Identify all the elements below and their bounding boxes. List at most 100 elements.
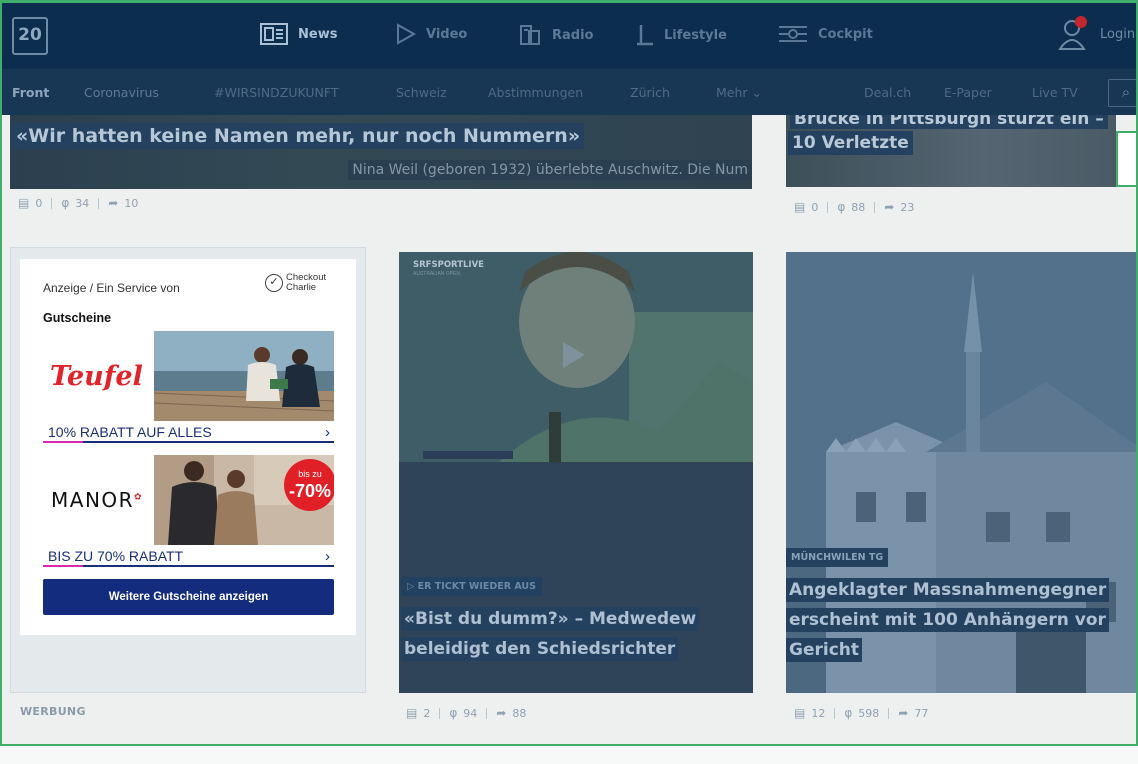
share-count: 77 <box>914 706 929 720</box>
article-stats: ▤ 0 φ 34 ➦ 10 <box>18 196 138 210</box>
article-stats: ▤ 0 φ 88 ➦ 23 <box>794 200 914 214</box>
subnav-livetv[interactable]: Live TV <box>1032 85 1078 100</box>
ad-label: WERBUNG <box>20 705 86 718</box>
nav-radio[interactable]: Radio <box>518 23 593 47</box>
article-hero-image[interactable]: Brücke in Pittsburgh stürzt ein – 10 Ver… <box>786 115 1116 187</box>
teufel-brand: Teufel <box>50 360 143 392</box>
nav-lifestyle-label: Lifestyle <box>664 27 727 43</box>
ad-header: Anzeige / Ein Service von <box>43 281 180 295</box>
login-link[interactable]: Login <box>1100 27 1135 42</box>
church-title-text: Angeklagter Massnahmengegner erscheint m… <box>786 578 1110 662</box>
cockpit-icon <box>779 26 807 42</box>
sub-navigation: Front Coronavirus #WIRSINDZUKUNFT Schwei… <box>2 69 1136 115</box>
subnav-mehr-label: Mehr <box>716 85 748 100</box>
chevron-right-icon: › <box>325 423 330 441</box>
subnav-front[interactable]: Front <box>12 85 49 100</box>
more-vouchers-button[interactable]: Weitere Gutscheine anzeigen <box>43 579 334 615</box>
manor-offer-link[interactable]: BIS ZU 70% RABATT › <box>43 547 334 567</box>
offer-label: 10% RABATT AUF ALLES <box>48 424 212 440</box>
like-icon[interactable]: φ <box>844 706 852 720</box>
chevron-right-icon: › <box>325 547 330 565</box>
video-thumbnail[interactable]: SRFSPORTLIVE AUSTRALIAN OPEN <box>399 252 753 462</box>
teufel-logo[interactable]: Teufel <box>43 331 153 421</box>
article-title-partial[interactable]: Brücke in Pittsburgh stürzt ein – <box>790 115 1108 129</box>
manor-offer-image[interactable]: bis zu -70% <box>154 455 334 545</box>
nav-video-label: Video <box>426 26 468 42</box>
subnav-epaper[interactable]: E-Paper <box>944 85 992 100</box>
subnav-zuerich[interactable]: Zürich <box>630 85 670 100</box>
like-count: 34 <box>75 196 90 210</box>
search-icon[interactable]: ⌕ <box>1108 79 1136 107</box>
subnav-dealch[interactable]: Deal.ch <box>864 85 911 100</box>
comment-count: 0 <box>811 200 819 214</box>
comment-icon[interactable]: ▤ <box>406 706 417 720</box>
play-icon <box>397 23 416 45</box>
share-icon[interactable]: ➦ <box>496 706 506 720</box>
article-stats: ▤ 2 φ 94 ➦ 88 <box>406 706 526 720</box>
discount-badge-value: -70% <box>289 481 331 501</box>
page-bottom <box>0 746 1138 764</box>
church-kicker: MÜNCHWILEN TG <box>786 548 889 567</box>
like-icon[interactable]: φ <box>61 196 69 210</box>
comment-icon[interactable]: ▤ <box>794 200 805 214</box>
share-count: 88 <box>512 706 527 720</box>
article-hero-image[interactable]: «Wir hatten keine Namen mehr, nur noch N… <box>10 115 752 189</box>
news-icon <box>260 23 288 45</box>
discount-badge-top: bis zu <box>298 469 322 479</box>
manor-brand: MANOR <box>51 488 135 512</box>
voucher-ad[interactable]: Anzeige / Ein Service von ✓ Checkout Cha… <box>20 259 356 635</box>
nav-cockpit[interactable]: Cockpit <box>778 23 873 45</box>
couple-city-photo: bis zu -70% <box>154 455 334 545</box>
like-icon[interactable]: φ <box>449 706 457 720</box>
church-title[interactable]: Angeklagter Massnahmengegner erscheint m… <box>786 575 1136 665</box>
comment-count: 12 <box>811 706 826 720</box>
channel-logo: SRFSPORTLIVE <box>413 260 484 270</box>
teufel-offer-image[interactable] <box>154 331 334 421</box>
share-count: 10 <box>124 196 139 210</box>
page-frame: 20 News Video Radio Lifestyle Cockpit Lo… <box>0 0 1138 746</box>
nav-cockpit-label: Cockpit <box>818 26 873 42</box>
comment-icon[interactable]: ▤ <box>794 706 805 720</box>
like-count: 94 <box>463 706 478 720</box>
radio-icon <box>520 25 540 45</box>
video-title[interactable]: «Bist du dumm?» – Medwedew beleidigt den… <box>401 604 731 664</box>
nav-news-label: News <box>298 26 338 42</box>
like-icon[interactable]: φ <box>837 200 845 214</box>
provider-name-line2: Charlie <box>286 282 317 293</box>
subnav-wirsindzukunft[interactable]: #WIRSINDZUKUNFT <box>214 85 338 100</box>
nav-video[interactable]: Video <box>396 23 467 45</box>
article-stats: ▤ 12 φ 598 ➦ 77 <box>794 706 928 720</box>
top-navigation: 20 News Video Radio Lifestyle Cockpit Lo… <box>2 3 1136 69</box>
share-icon[interactable]: ➦ <box>898 706 908 720</box>
couple-lake-photo <box>154 331 334 421</box>
share-icon[interactable]: ➦ <box>884 200 894 214</box>
kicker-text: ER TICKT WIEDER AUS <box>417 581 536 592</box>
play-icon[interactable] <box>563 342 585 368</box>
side-widget[interactable] <box>1116 131 1136 187</box>
notification-dot <box>1075 16 1087 28</box>
check-icon: ✓ <box>265 274 283 292</box>
comment-count: 2 <box>423 706 431 720</box>
channel-subtitle: AUSTRALIAN OPEN <box>413 271 460 277</box>
offer-label: BIS ZU 70% RABATT <box>48 548 184 564</box>
subnav-coronavirus[interactable]: Coronavirus <box>84 85 159 100</box>
like-count: 598 <box>858 706 880 720</box>
chevron-down-icon: ⌄ <box>751 85 763 100</box>
site-logo[interactable]: 20 <box>12 17 48 55</box>
nav-lifestyle[interactable]: Lifestyle <box>636 23 727 47</box>
article-lead: Nina Weil (geboren 1932) überlebte Ausch… <box>348 160 752 180</box>
subnav-schweiz[interactable]: Schweiz <box>396 85 447 100</box>
manor-logo[interactable]: MANOR✿ <box>43 455 153 545</box>
subnav-mehr[interactable]: Mehr ⌄ <box>716 85 762 100</box>
nav-news[interactable]: News <box>260 23 337 45</box>
video-kicker: ▷ ER TICKT WIEDER AUS <box>401 577 542 596</box>
article-title[interactable]: 10 Verletzte <box>788 131 913 155</box>
comment-icon[interactable]: ▤ <box>18 196 29 210</box>
subnav-abstimmungen[interactable]: Abstimmungen <box>488 85 583 100</box>
nav-radio-label: Radio <box>552 27 594 43</box>
share-icon[interactable]: ➦ <box>108 196 118 210</box>
teufel-offer-link[interactable]: 10% RABATT AUF ALLES › <box>43 423 334 443</box>
star-icon: ✿ <box>134 492 144 503</box>
article-title[interactable]: «Wir hatten keine Namen mehr, nur noch N… <box>12 123 585 149</box>
checkout-charlie-logo[interactable]: ✓ Checkout Charlie <box>265 273 326 293</box>
